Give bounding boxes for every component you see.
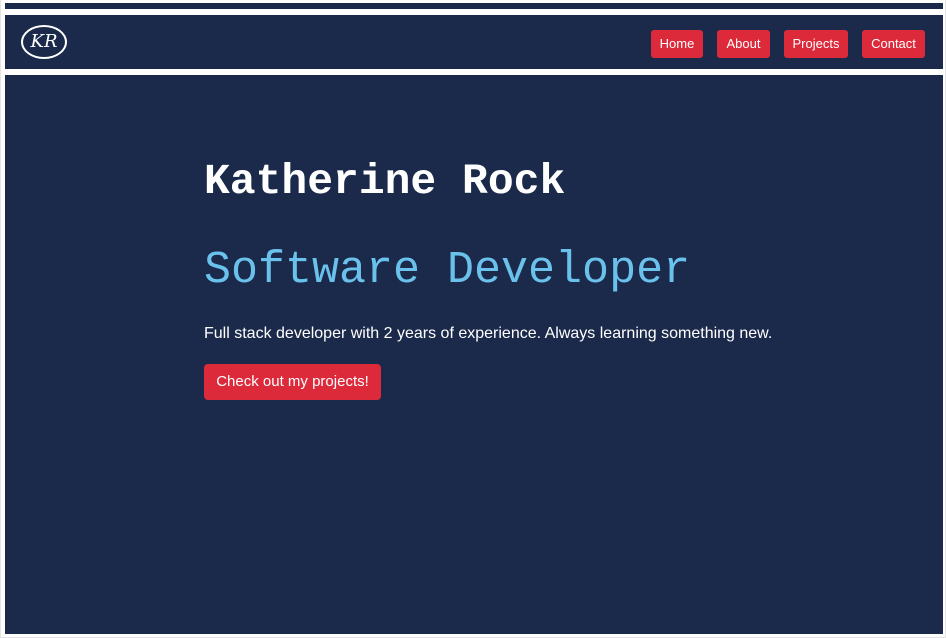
hero-tagline: Full stack developer with 2 years of exp…	[204, 325, 773, 342]
hero-section: Katherine Rock Software Developer Full s…	[5, 75, 943, 634]
nav-contact-button[interactable]: Contact	[862, 30, 925, 58]
projects-cta-button[interactable]: Check out my projects!	[204, 364, 381, 400]
kr-logo[interactable]: KR	[21, 25, 67, 59]
page-frame: KR Home About Projects Contact Katherine…	[0, 0, 946, 638]
nav-home-button[interactable]: Home	[651, 30, 703, 58]
top-strip	[5, 3, 943, 9]
hero-name: Katherine Rock	[204, 157, 566, 206]
hero-role: Software Developer	[204, 245, 691, 296]
nav-projects-button[interactable]: Projects	[784, 30, 848, 58]
nav-about-button[interactable]: About	[717, 30, 770, 58]
navbar: KR Home About Projects Contact	[5, 15, 943, 69]
